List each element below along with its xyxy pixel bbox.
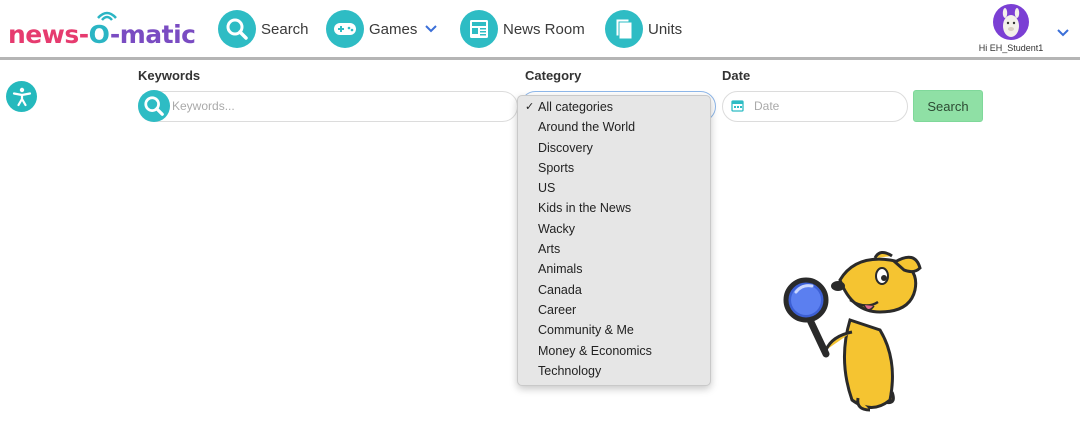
accessibility-icon xyxy=(12,87,31,106)
nav-news-room-label: News Room xyxy=(503,20,585,38)
accessibility-button[interactable] xyxy=(6,81,37,112)
checkmark-icon: ✓ xyxy=(525,101,535,113)
category-option-label: Community & Me xyxy=(538,323,634,338)
search-icon xyxy=(218,10,256,48)
logo-wordmark: news-O-matic xyxy=(8,20,196,49)
keywords-label: Keywords xyxy=(138,68,201,83)
keywords-placeholder: Keywords... xyxy=(172,99,235,113)
category-option[interactable]: Technology xyxy=(518,361,710,381)
category-option-label: All categories xyxy=(538,100,614,114)
category-option[interactable]: Kids in the News xyxy=(518,198,710,218)
category-option[interactable]: ✓ All categories xyxy=(518,97,710,117)
category-option[interactable]: Community & Me xyxy=(518,320,710,340)
page: news-O-matic Search Games News Room Unit… xyxy=(0,0,1080,422)
category-option-label: Wacky xyxy=(538,221,576,236)
nav-search-label: Search xyxy=(261,20,309,38)
user-greeting: Hi EH_Student1 xyxy=(978,43,1044,53)
category-dropdown-list: ✓ All categories Around the World Discovery… xyxy=(517,95,711,386)
nav-units-label: Units xyxy=(648,20,683,38)
date-input[interactable] xyxy=(722,91,908,122)
nav-games-label: Games xyxy=(369,20,418,38)
category-option[interactable]: Arts xyxy=(518,239,710,259)
chevron-down-icon xyxy=(425,25,438,33)
user-menu[interactable]: Hi EH_Student1 xyxy=(968,4,1054,56)
category-option-label: US xyxy=(538,181,556,196)
category-option-label: Canada xyxy=(538,282,582,297)
top-navbar: news-O-matic Search Games News Room Unit… xyxy=(0,0,1080,60)
date-placeholder: Date xyxy=(754,99,780,113)
category-option-label: Sports xyxy=(538,160,575,175)
category-option[interactable]: Career xyxy=(518,300,710,320)
category-option-label: Around the World xyxy=(538,120,636,135)
gamepad-icon xyxy=(326,10,364,48)
nav-news-room[interactable]: News Room xyxy=(460,10,585,48)
category-option-label: Career xyxy=(538,302,577,317)
newspaper-icon xyxy=(460,10,498,48)
search-button[interactable]: Search xyxy=(913,90,983,122)
nav-search[interactable]: Search xyxy=(218,10,309,48)
dog-detective-mascot-icon xyxy=(783,251,922,412)
category-option[interactable]: Money & Economics xyxy=(518,341,710,361)
category-option-label: Technology xyxy=(538,363,602,378)
category-option[interactable]: Around the World xyxy=(518,117,710,137)
units-icon xyxy=(605,10,643,48)
category-option-label: Kids in the News xyxy=(538,201,632,216)
avatar xyxy=(993,4,1029,40)
category-option[interactable]: Wacky xyxy=(518,219,710,239)
calendar-icon xyxy=(731,100,744,112)
nav-units[interactable]: Units xyxy=(605,10,682,48)
user-chevron-down-icon[interactable] xyxy=(1057,24,1069,42)
llama-avatar-icon xyxy=(1002,8,1020,37)
category-option[interactable]: Sports xyxy=(518,158,710,178)
category-option-label: Discovery xyxy=(538,140,593,155)
category-option[interactable]: US xyxy=(518,178,710,198)
search-icon xyxy=(138,90,170,122)
category-option-label: Animals xyxy=(538,262,583,277)
news-o-matic-logo[interactable]: news-O-matic xyxy=(8,6,203,50)
category-option-label: Money & Economics xyxy=(538,343,652,358)
category-option[interactable]: Canada xyxy=(518,280,710,300)
category-option[interactable]: Animals xyxy=(518,259,710,279)
category-option[interactable]: Discovery xyxy=(518,138,710,158)
nav-games[interactable]: Games xyxy=(326,10,438,48)
category-label: Category xyxy=(525,68,582,83)
category-option-label: Arts xyxy=(538,242,561,257)
date-label: Date xyxy=(722,68,751,83)
